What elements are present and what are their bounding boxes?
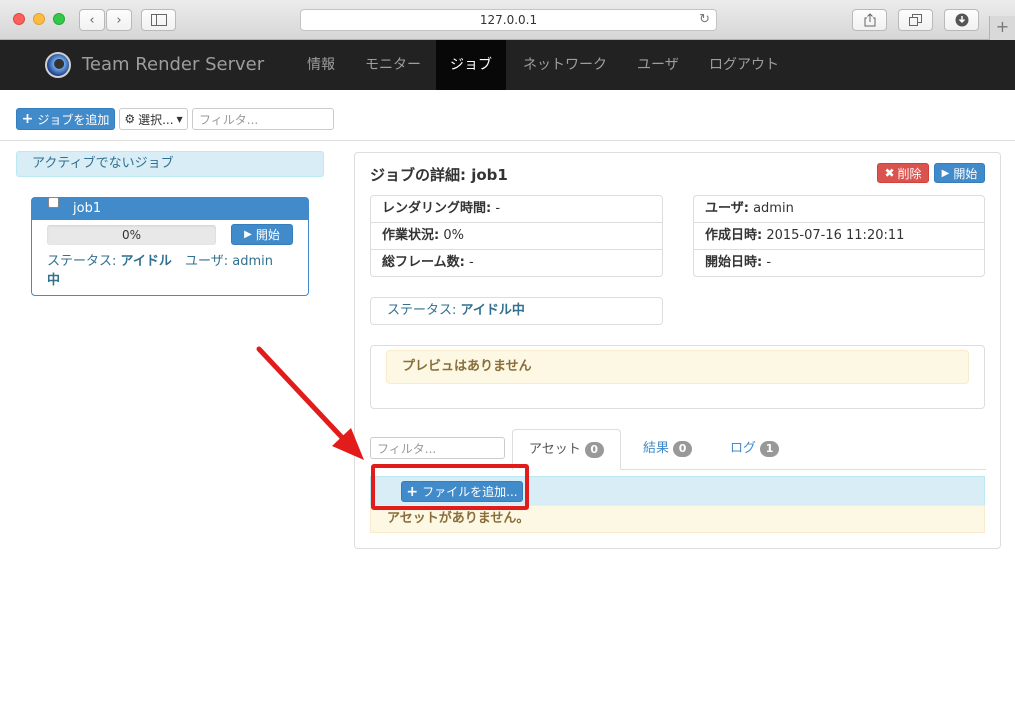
annotation-highlight-box: [371, 464, 529, 510]
annotation-arrow-icon: [256, 346, 364, 460]
